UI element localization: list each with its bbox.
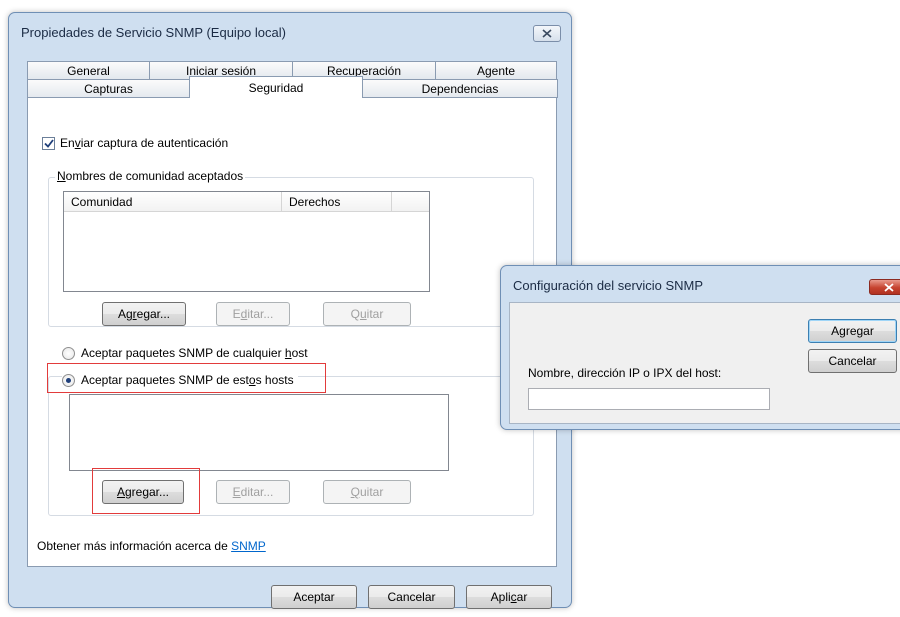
auth-trap-label: Enviar captura de autenticación: [60, 136, 229, 150]
remove-host-button[interactable]: Quitar: [323, 480, 411, 504]
close-icon: [542, 29, 552, 38]
checkmark-icon: [43, 138, 54, 148]
tab-label: Dependencias: [421, 82, 499, 96]
column-header-empty: [392, 192, 429, 211]
dialog-title: Configuración del servicio SNMP: [513, 278, 704, 293]
highlight-radio-these-hosts: [47, 363, 326, 393]
tab-dependencias[interactable]: Dependencias: [362, 79, 558, 98]
tab-general[interactable]: General: [27, 61, 150, 79]
tab-row-bottom: Capturas Seguridad Dependencias: [27, 76, 558, 98]
tab-agente[interactable]: Agente: [435, 61, 557, 79]
tab-seguridad[interactable]: Seguridad: [189, 76, 363, 98]
auth-trap-checkbox[interactable]: [42, 136, 55, 150]
radio-any-host-row[interactable]: Aceptar paquetes SNMP de cualquier host: [62, 346, 308, 360]
column-header-comunidad[interactable]: Comunidad: [64, 192, 282, 211]
edit-community-button[interactable]: Ed itar...: [216, 302, 290, 326]
snmp-info-text: Obtener más información acerca de: [37, 539, 232, 553]
communities-list[interactable]: Comunidad Derechos: [63, 191, 430, 292]
cancel-button[interactable]: Cancelar: [368, 585, 455, 609]
auth-trap-checkbox-row[interactable]: Enviar captura de autenticación: [42, 136, 228, 150]
communities-list-header: Comunidad Derechos: [64, 192, 429, 212]
edit-host-button[interactable]: Editar...: [216, 480, 290, 504]
column-header-derechos[interactable]: Derechos: [282, 192, 392, 211]
snmp-info-row: Obtener más información acerca de SNMP: [37, 539, 266, 553]
snmp-properties-window: Propiedades de Servicio SNMP (Equipo loc…: [8, 12, 572, 609]
tab-label: General: [67, 63, 110, 78]
highlight-add-host-button: [92, 468, 200, 514]
tab-label: Seguridad: [248, 80, 304, 95]
close-icon: [884, 282, 894, 292]
host-field-label: Nombre, dirección IP o IPX del host:: [528, 366, 722, 380]
apply-button[interactable]: Apli c ar: [466, 585, 552, 609]
window-title: Propiedades de Servicio SNMP (Equipo loc…: [21, 25, 286, 40]
ok-button[interactable]: Aceptar: [271, 585, 357, 609]
security-tab-panel: Enviar captura de autenticación Nombres …: [27, 97, 557, 567]
radio-any-host[interactable]: [62, 346, 75, 360]
dialog-add-button[interactable]: Agregar: [808, 319, 897, 343]
snmp-service-config-dialog: Configuración del servicio SNMP Nombre, …: [500, 265, 900, 430]
dialog-close-button[interactable]: [869, 279, 900, 295]
communities-group-title: Nombres de comunidad aceptados: [55, 169, 246, 183]
tab-label: Capturas: [84, 82, 133, 96]
tab-label: Agente: [476, 63, 516, 78]
dialog-body: Nombre, dirección IP o IPX del host: Agr…: [509, 302, 900, 424]
remove-community-button[interactable]: Qu itar: [323, 302, 411, 326]
tab-capturas[interactable]: Capturas: [27, 79, 190, 98]
snmp-help-link[interactable]: SNMP: [231, 539, 266, 553]
window-close-button[interactable]: [533, 25, 561, 42]
radio-any-host-label: Aceptar paquetes SNMP de cualquier host: [81, 346, 308, 360]
dialog-cancel-button[interactable]: Cancelar: [808, 349, 897, 373]
hosts-list[interactable]: [69, 394, 449, 471]
host-name-input[interactable]: [528, 388, 770, 410]
add-community-button[interactable]: Ag r egar...: [102, 302, 186, 326]
